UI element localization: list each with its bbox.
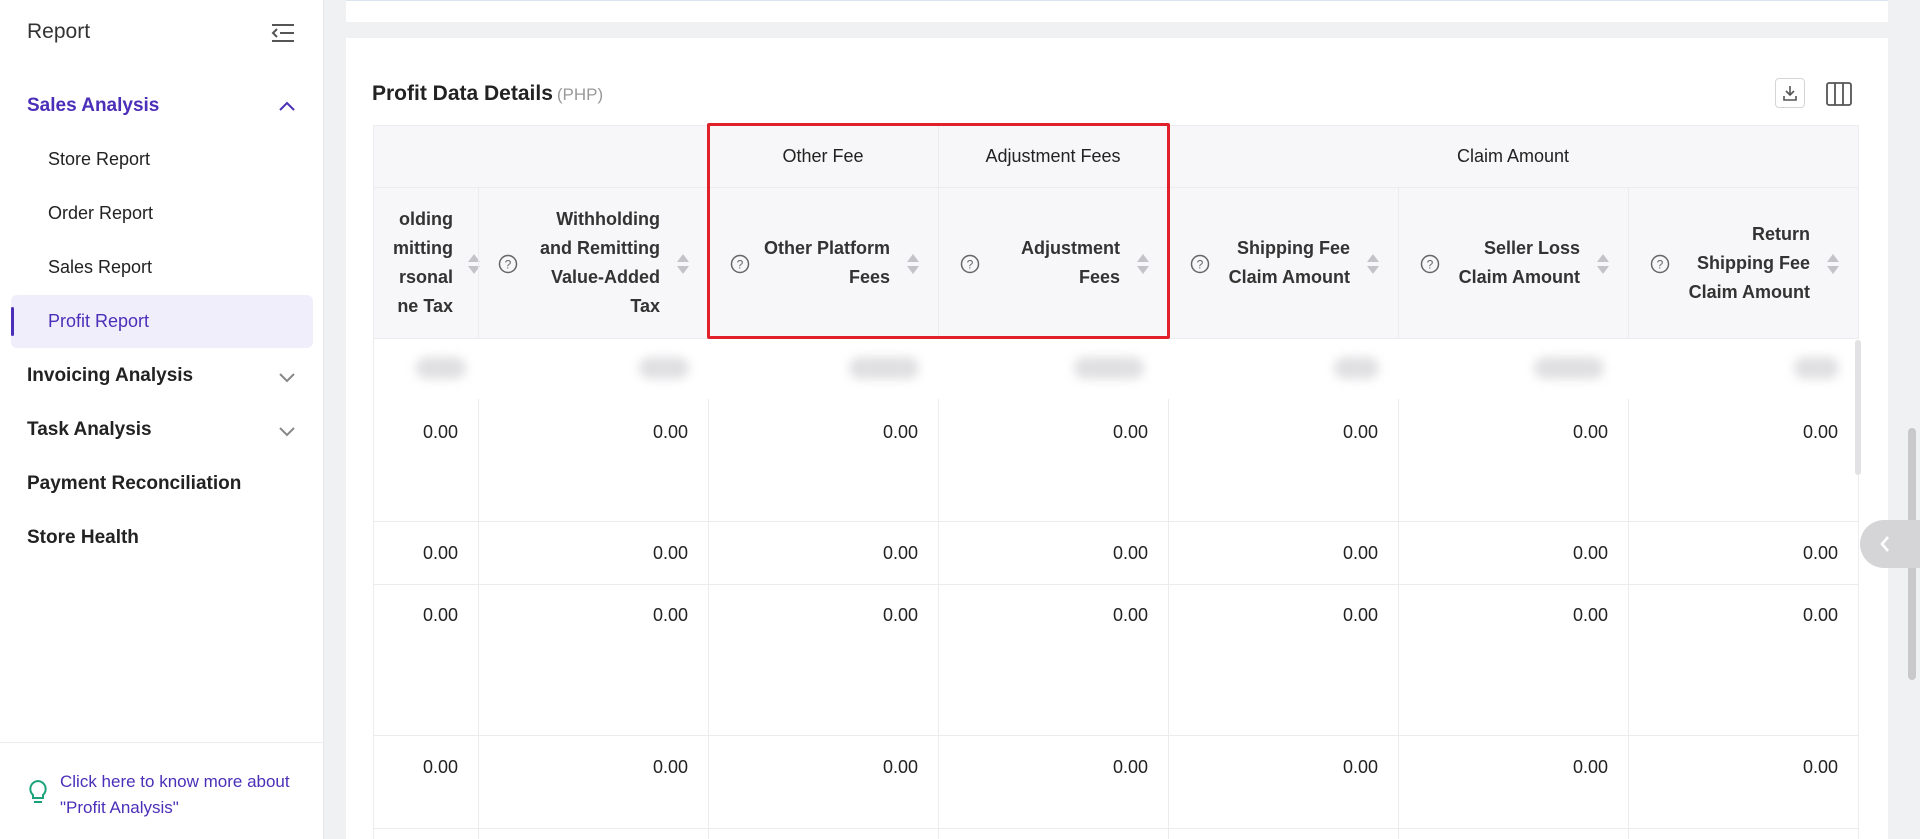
group-header-claim-amount: Claim Amount xyxy=(1456,145,1570,166)
sort-icon[interactable] xyxy=(1366,252,1380,276)
help-icon[interactable]: ? xyxy=(498,254,518,274)
table-cell: 0.00 xyxy=(882,605,918,625)
sidebar: Report Sales Analysis Store Report Order… xyxy=(0,0,324,839)
table-cell: 0.00 xyxy=(1572,757,1608,777)
table-cell: 0.00 xyxy=(422,605,458,625)
table-cell: 0.00 xyxy=(1342,605,1378,625)
card-title-text: Profit Data Details xyxy=(372,82,553,105)
blurred-value xyxy=(1074,357,1144,379)
card-title: Profit Data Details (PHP) xyxy=(372,82,603,106)
table-cell: 0.00 xyxy=(1342,757,1378,777)
table-cell: 0.00 xyxy=(652,422,688,442)
nav-item-profit-report[interactable]: Profit Report xyxy=(48,311,149,332)
top-card xyxy=(346,0,1888,22)
nav-item-sales-report[interactable]: Sales Report xyxy=(48,257,152,278)
nav-item-active-indicator xyxy=(11,307,14,336)
column-label: olding mitting rsonal ne Tax xyxy=(393,209,453,316)
help-icon[interactable]: ? xyxy=(1420,254,1440,274)
chevron-down-icon[interactable] xyxy=(278,425,296,437)
download-icon xyxy=(1783,86,1797,101)
help-icon[interactable]: ? xyxy=(1190,254,1210,274)
table-cell: 0.00 xyxy=(1572,422,1608,442)
column-header-seller-loss-claim[interactable]: ? Seller Loss Claim Amount xyxy=(1398,188,1628,338)
table-cell: 0.00 xyxy=(1342,422,1378,442)
table-cell: 0.00 xyxy=(1112,543,1148,563)
table-cell: 0.00 xyxy=(422,757,458,777)
svg-text:?: ? xyxy=(1197,258,1204,272)
column-label: Withholding and Remitting Value-Added Ta… xyxy=(540,209,660,316)
table-cell: 0.00 xyxy=(422,422,458,442)
nav-group-invoicing-analysis[interactable]: Invoicing Analysis xyxy=(27,365,193,387)
table-cell: 0.00 xyxy=(1572,605,1608,625)
highlight-box xyxy=(707,123,1170,339)
table-cell: 0.00 xyxy=(652,757,688,777)
table-cell: 0.00 xyxy=(1572,543,1608,563)
column-header-return-shipping-fee-claim[interactable]: ? Return Shipping Fee Claim Amount xyxy=(1628,188,1858,338)
column-label: Seller Loss Claim Amount xyxy=(1458,238,1580,287)
blurred-value xyxy=(639,357,689,379)
table-cell: 0.00 xyxy=(652,605,688,625)
column-header-value-added-tax[interactable]: ? Withholding and Remitting Value-Added … xyxy=(478,188,708,338)
column-header-shipping-fee-claim[interactable]: ? Shipping Fee Claim Amount xyxy=(1168,188,1398,338)
table-cell: 0.00 xyxy=(882,422,918,442)
chevron-down-icon[interactable] xyxy=(278,371,296,383)
nav-group-sales-analysis[interactable]: Sales Analysis xyxy=(27,95,159,117)
nav-group-task-analysis[interactable]: Task Analysis xyxy=(27,419,152,441)
nav-group-store-health[interactable]: Store Health xyxy=(27,527,139,549)
table-cell: 0.00 xyxy=(1112,757,1148,777)
table-cell: 0.00 xyxy=(1112,422,1148,442)
chevron-up-icon[interactable] xyxy=(278,100,296,112)
table-cell: 0.00 xyxy=(1112,605,1148,625)
table-cell: 0.00 xyxy=(1342,543,1378,563)
blurred-value xyxy=(849,357,919,379)
blurred-value xyxy=(416,357,466,379)
table-cell: 0.00 xyxy=(882,757,918,777)
column-label: Shipping Fee Claim Amount xyxy=(1228,238,1350,287)
sort-icon[interactable] xyxy=(676,252,690,276)
svg-text:?: ? xyxy=(1427,258,1434,272)
sort-icon[interactable] xyxy=(1826,252,1840,276)
expand-panel-button[interactable] xyxy=(1860,520,1920,568)
column-label: Return Shipping Fee Claim Amount xyxy=(1688,223,1810,302)
table-vertical-scrollbar[interactable] xyxy=(1855,340,1861,475)
lightbulb-icon xyxy=(29,779,47,803)
nav-group-payment-reconciliation[interactable]: Payment Reconciliation xyxy=(27,473,241,495)
table-cell: 0.00 xyxy=(882,543,918,563)
profit-analysis-help-link[interactable]: Click here to know more about "Profit An… xyxy=(60,769,310,821)
blurred-value xyxy=(1794,357,1839,379)
table-cell: 0.00 xyxy=(1802,422,1838,442)
blurred-value xyxy=(1334,357,1379,379)
table-cell: 0.00 xyxy=(422,543,458,563)
chevron-left-icon xyxy=(1880,536,1889,552)
blurred-value xyxy=(1534,357,1604,379)
sidebar-title: Report xyxy=(27,20,91,43)
column-header-personal-income-tax[interactable]: olding mitting rsonal ne Tax xyxy=(374,188,480,338)
table-cell: 0.00 xyxy=(1802,543,1838,563)
download-button[interactable] xyxy=(1775,78,1805,108)
table-cell: 0.00 xyxy=(652,543,688,563)
collapse-sidebar-icon[interactable] xyxy=(270,22,296,44)
column-settings-icon[interactable] xyxy=(1825,80,1853,108)
svg-text:?: ? xyxy=(1657,258,1664,272)
help-icon[interactable]: ? xyxy=(1650,254,1670,274)
svg-text:?: ? xyxy=(505,258,512,272)
sort-icon[interactable] xyxy=(1596,252,1610,276)
table-cell: 0.00 xyxy=(1802,605,1838,625)
table-cell: 0.00 xyxy=(1802,757,1838,777)
currency-label: (PHP) xyxy=(556,85,604,104)
nav-item-store-report[interactable]: Store Report xyxy=(48,149,150,170)
nav-item-order-report[interactable]: Order Report xyxy=(48,203,153,224)
sidebar-footer: Click here to know more about "Profit An… xyxy=(0,742,324,839)
